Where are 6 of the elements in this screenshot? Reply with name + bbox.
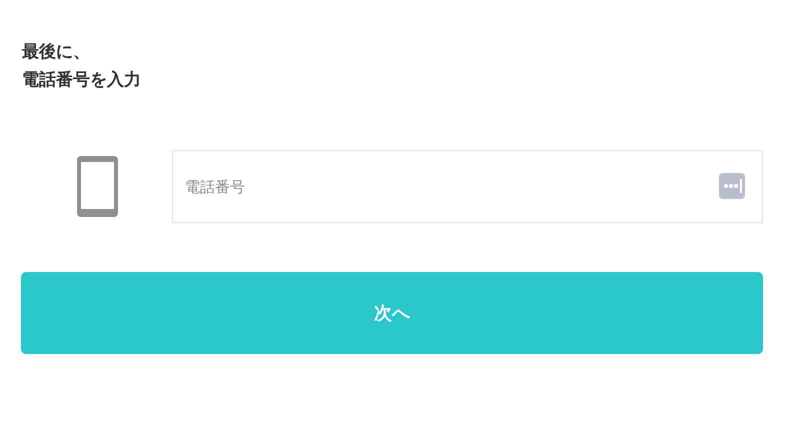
phone-number-field[interactable]: 電話番号 [172, 150, 763, 223]
heading-line: 電話番号を入力 [22, 69, 142, 92]
password-manager-icon [719, 173, 745, 199]
phone-icon [76, 156, 118, 217]
next-button[interactable]: 次へ [21, 272, 763, 354]
heading-line: 最後に、 [22, 41, 91, 64]
